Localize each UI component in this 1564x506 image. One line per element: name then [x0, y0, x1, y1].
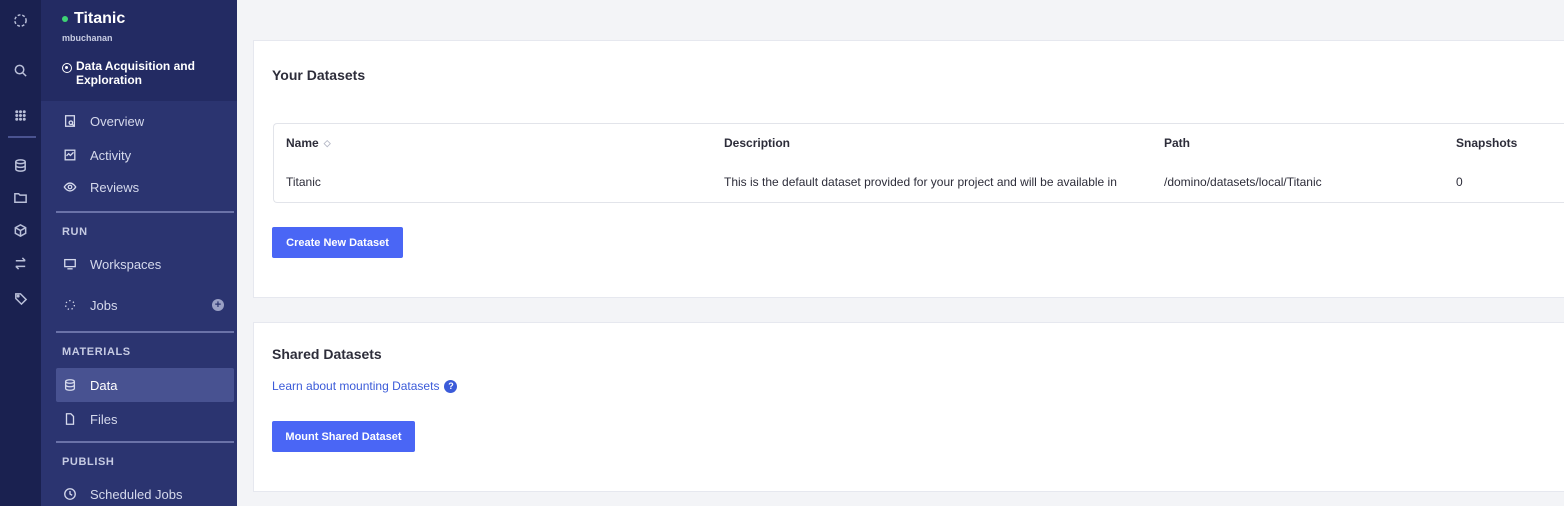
project-header: Titanic mbuchanan Data Acquisition and E…	[41, 0, 237, 101]
help-icon[interactable]: ?	[444, 379, 458, 393]
domino-logo-icon[interactable]	[0, 8, 41, 32]
status-dot	[62, 16, 68, 22]
column-header-name[interactable]: Name ◇	[286, 136, 331, 150]
nav-scheduled-jobs[interactable]: Scheduled Jobs	[56, 477, 234, 506]
project-title-text: Titanic	[74, 10, 126, 27]
jobs-spinner-icon	[64, 299, 76, 311]
project-stage[interactable]: Data Acquisition and Exploration	[62, 59, 195, 87]
tag-icon[interactable]	[0, 286, 41, 310]
nav-scheduled-jobs-label: Scheduled Jobs	[90, 486, 183, 502]
dataset-snapshots: 0	[1456, 175, 1463, 189]
shared-datasets-card: Shared Datasets Learn about mounting Dat…	[253, 322, 1564, 492]
shared-datasets-title: Shared Datasets	[272, 346, 382, 362]
sidebar-divider	[56, 331, 234, 333]
section-run-label: RUN	[62, 226, 88, 238]
nav-workspaces[interactable]: Workspaces	[56, 247, 234, 281]
stage-label-line1: Data Acquisition and	[76, 59, 195, 73]
learn-link-text: Learn about mounting Datasets	[272, 379, 440, 393]
learn-mounting-datasets-link[interactable]: Learn about mounting Datasets ?	[272, 379, 458, 393]
overview-icon	[64, 115, 76, 127]
project-owner: mbuchanan	[62, 33, 113, 43]
column-header-snapshots: Snapshots	[1456, 136, 1518, 150]
your-datasets-card: Your Datasets Name ◇ Description Path Sna…	[253, 40, 1564, 298]
create-new-dataset-button[interactable]: Create New Dataset	[272, 227, 403, 258]
nav-jobs-label: Jobs	[90, 297, 118, 313]
nav-reviews[interactable]: Reviews	[56, 170, 234, 204]
sort-icon[interactable]: ◇	[324, 138, 331, 149]
nav-data-label: Data	[90, 377, 118, 393]
datasets-table: Name ◇ Description Path Snapshots Titanic…	[273, 123, 1564, 203]
mount-shared-dataset-button[interactable]: Mount Shared Dataset	[272, 421, 415, 452]
nav-activity[interactable]: Activity	[56, 138, 234, 172]
section-publish-label: PUBLISH	[62, 456, 115, 468]
dataset-description: This is the default dataset provided for…	[724, 175, 1117, 189]
folder-icon[interactable]	[0, 185, 41, 209]
clock-icon	[64, 488, 76, 500]
sidebar-divider	[56, 441, 234, 443]
add-job-icon[interactable]: +	[212, 299, 224, 311]
database-icon	[64, 379, 76, 391]
nav-workspaces-label: Workspaces	[90, 256, 162, 272]
nav-files-label: Files	[90, 411, 118, 427]
icon-rail	[0, 0, 41, 506]
dataset-path: /domino/datasets/local/Titanic	[1164, 175, 1322, 189]
search-icon[interactable]	[0, 58, 41, 82]
database-icon[interactable]	[0, 153, 41, 177]
nav-reviews-label: Reviews	[90, 179, 140, 195]
monitor-icon	[64, 258, 76, 270]
rail-divider	[8, 136, 36, 138]
eye-icon	[63, 182, 77, 192]
cube-icon[interactable]	[0, 218, 41, 242]
nav-overview[interactable]: Overview	[56, 104, 234, 138]
apps-grid-icon[interactable]	[0, 103, 41, 127]
nav-jobs[interactable]: Jobs +	[56, 288, 234, 322]
column-header-description: Description	[724, 136, 791, 150]
activity-icon	[64, 149, 76, 161]
sidebar-divider	[56, 211, 234, 213]
your-datasets-title: Your Datasets	[272, 67, 366, 83]
stage-icon	[62, 63, 72, 73]
project-title[interactable]: Titanic	[62, 10, 125, 28]
nav-overview-label: Overview	[90, 113, 145, 129]
file-icon	[65, 413, 75, 425]
project-sidebar: Titanic mbuchanan Data Acquisition and E…	[41, 0, 237, 506]
section-materials-label: MATERIALS	[62, 346, 131, 358]
stage-label-line2: Exploration	[76, 73, 143, 87]
nav-files[interactable]: Files	[56, 402, 234, 436]
nav-data[interactable]: Data	[56, 368, 234, 402]
transfer-icon[interactable]	[0, 251, 41, 275]
dataset-name-link[interactable]: Titanic	[286, 175, 321, 189]
nav-activity-label: Activity	[90, 147, 132, 163]
column-header-path: Path	[1164, 136, 1191, 150]
